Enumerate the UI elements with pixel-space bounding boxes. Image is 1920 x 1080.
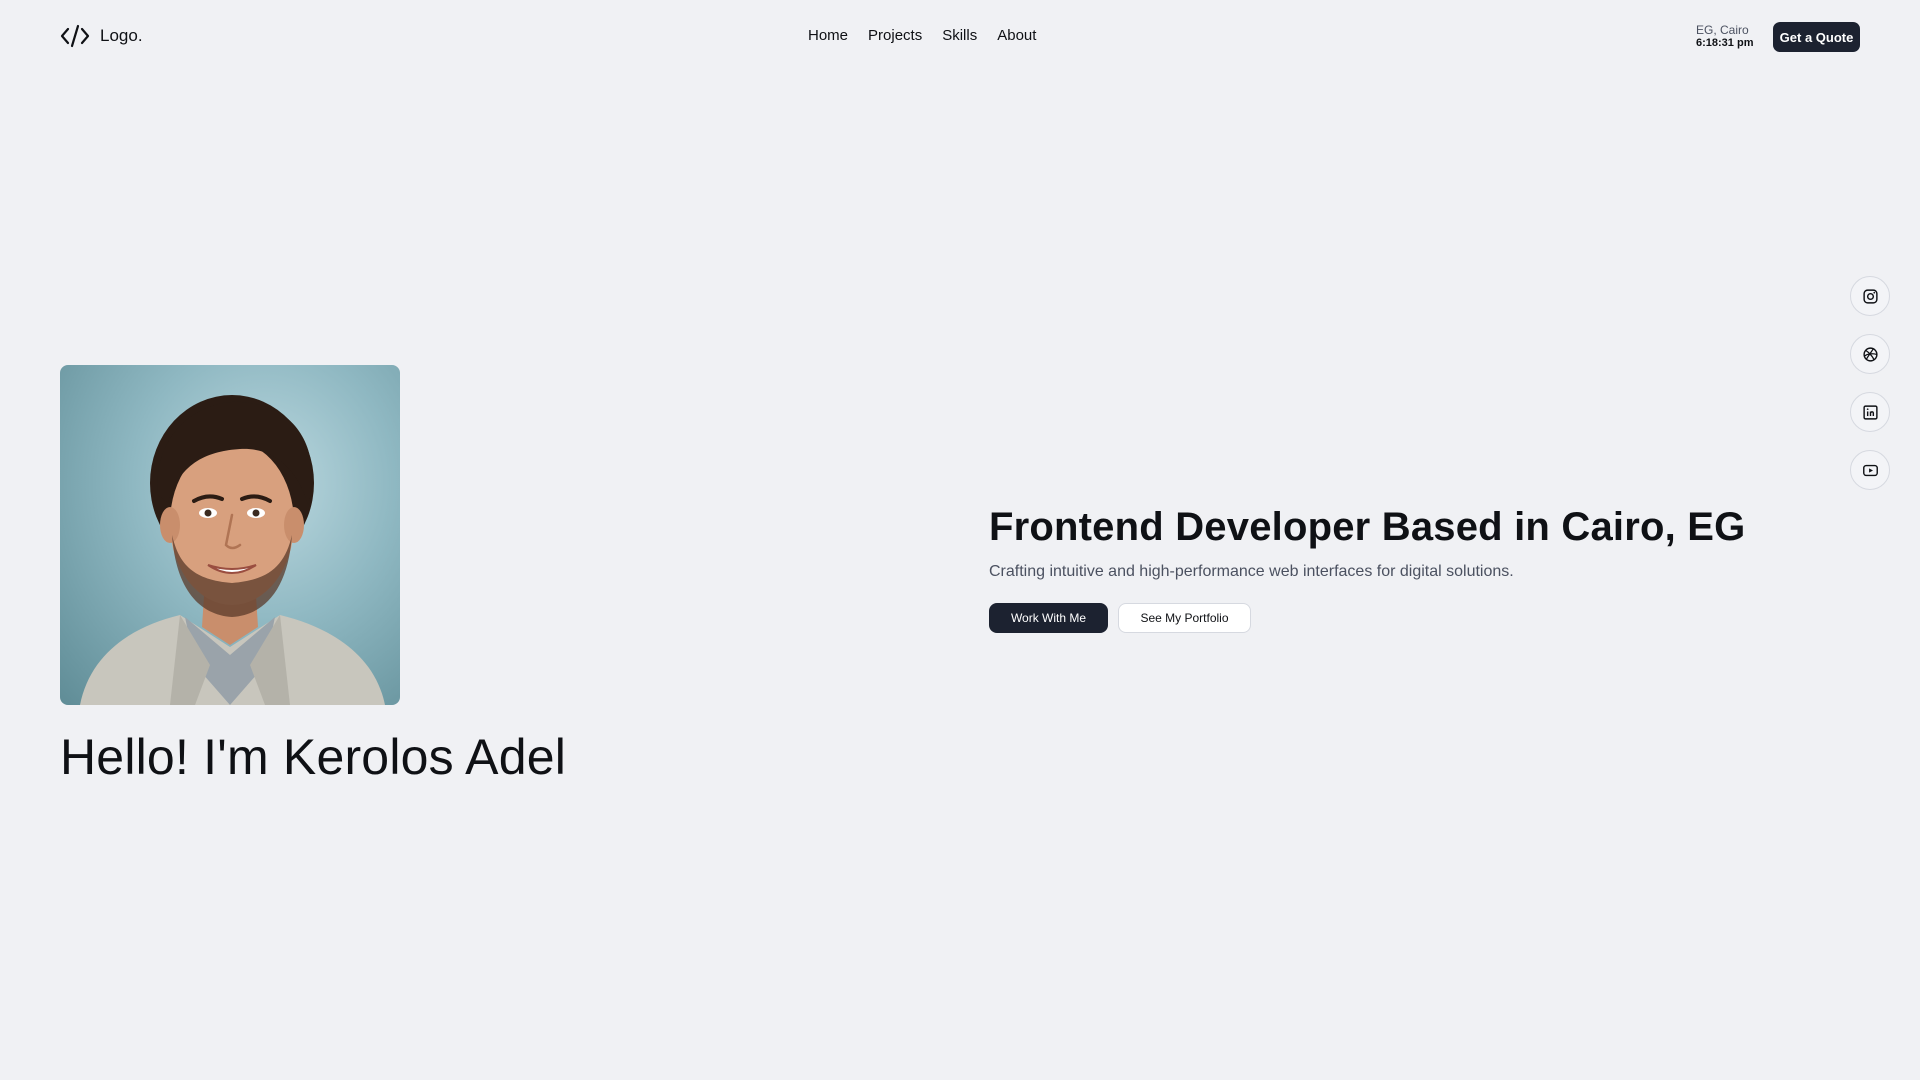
instagram-link[interactable]: [1850, 276, 1890, 316]
hero-title: Frontend Developer Based in Cairo, EG: [989, 505, 1746, 549]
hero-intro: Frontend Developer Based in Cairo, EG Cr…: [989, 505, 1745, 633]
linkedin-link[interactable]: [1850, 392, 1890, 432]
location-city: EG, Cairo: [1696, 23, 1749, 37]
nav-link-projects[interactable]: Projects: [868, 27, 922, 44]
hero-actions: Work With Me See My Portfolio: [989, 603, 1745, 633]
instagram-icon: [1862, 288, 1878, 304]
nav-link-home[interactable]: Home: [808, 27, 848, 44]
site-header: Logo. Home Projects Skills About EG, Cai…: [0, 0, 1920, 74]
work-with-me-button[interactable]: Work With Me: [989, 603, 1108, 633]
greeting-heading: Hello! I'm Kerolos Adel: [60, 729, 567, 785]
get-a-quote-button[interactable]: Get a Quote: [1773, 22, 1860, 52]
linkedin-icon: [1862, 404, 1878, 420]
nav-link-about[interactable]: About: [997, 27, 1036, 44]
hero-subtitle: Crafting intuitive and high-performance …: [989, 563, 1514, 580]
portrait-illustration: [80, 395, 385, 705]
logo-text: Logo.: [100, 26, 143, 45]
main-nav: Home Projects Skills About: [808, 27, 1036, 44]
dribbble-icon: [1862, 346, 1878, 362]
local-time: 6:18:31 pm: [1696, 37, 1754, 49]
social-links: [1850, 276, 1890, 490]
nav-link-skills[interactable]: Skills: [942, 27, 977, 44]
dribbble-link[interactable]: [1850, 334, 1890, 374]
see-my-portfolio-button[interactable]: See My Portfolio: [1118, 603, 1251, 633]
youtube-link[interactable]: [1850, 450, 1890, 490]
logo-link[interactable]: Logo.: [60, 24, 143, 48]
profile-photo: [60, 365, 400, 705]
location-clock: EG, Cairo 6:18:31 pm: [1696, 24, 1753, 50]
youtube-icon: [1862, 464, 1878, 476]
code-brackets-icon: [60, 24, 90, 48]
